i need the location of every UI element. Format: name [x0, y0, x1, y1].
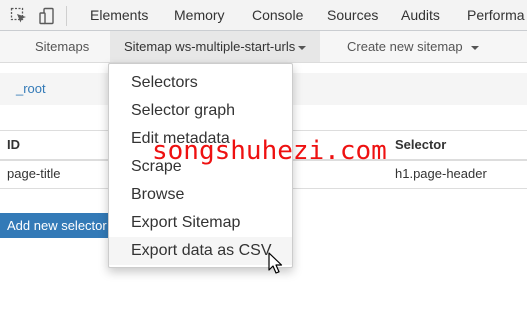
table-cell-id: page-title	[7, 166, 61, 181]
nav-sitemaps[interactable]: Sitemaps	[35, 31, 89, 62]
menu-item-browse[interactable]: Browse	[109, 181, 292, 209]
menu-item-selectors[interactable]: Selectors	[109, 69, 292, 97]
add-new-selector-button[interactable]: Add new selector	[0, 213, 112, 238]
menu-item-export-csv[interactable]: Export data as CSV	[109, 237, 292, 265]
tab-memory[interactable]: Memory	[174, 0, 225, 31]
column-header-id: ID	[7, 137, 20, 152]
tab-performance[interactable]: Performa	[467, 0, 525, 31]
tab-elements[interactable]: Elements	[90, 0, 148, 31]
devtools-tab-bar: Elements Memory Console Sources Audits P…	[0, 0, 527, 31]
menu-item-selector-graph[interactable]: Selector graph	[109, 97, 292, 125]
chevron-down-icon	[471, 45, 480, 50]
column-header-selector: Selector	[395, 137, 447, 152]
nav-current-sitemap[interactable]: Sitemap ws-multiple-start-urls	[110, 31, 321, 62]
menu-item-export-sitemap[interactable]: Export Sitemap	[109, 209, 292, 237]
nav-current-sitemap-label: Sitemap ws-multiple-start-urls	[124, 39, 296, 54]
tab-audits[interactable]: Audits	[401, 0, 440, 31]
chevron-down-icon	[298, 45, 307, 50]
web-scraper-nav: Sitemaps Sitemap ws-multiple-start-urls …	[0, 31, 527, 63]
mouse-pointer-icon	[268, 252, 283, 274]
toolbar-divider	[66, 6, 67, 26]
table-cell-selector: h1.page-header	[395, 166, 487, 181]
tab-console[interactable]: Console	[252, 0, 303, 31]
tab-sources[interactable]: Sources	[327, 0, 378, 31]
watermark-text: songshuhezi.com	[152, 136, 387, 166]
nav-create-sitemap-label: Create new sitemap	[347, 39, 463, 54]
nav-create-sitemap[interactable]: Create new sitemap	[347, 31, 480, 62]
breadcrumb-root-link[interactable]: _root	[16, 73, 46, 105]
inspect-element-icon[interactable]	[10, 7, 28, 25]
device-toolbar-icon[interactable]	[38, 7, 56, 25]
